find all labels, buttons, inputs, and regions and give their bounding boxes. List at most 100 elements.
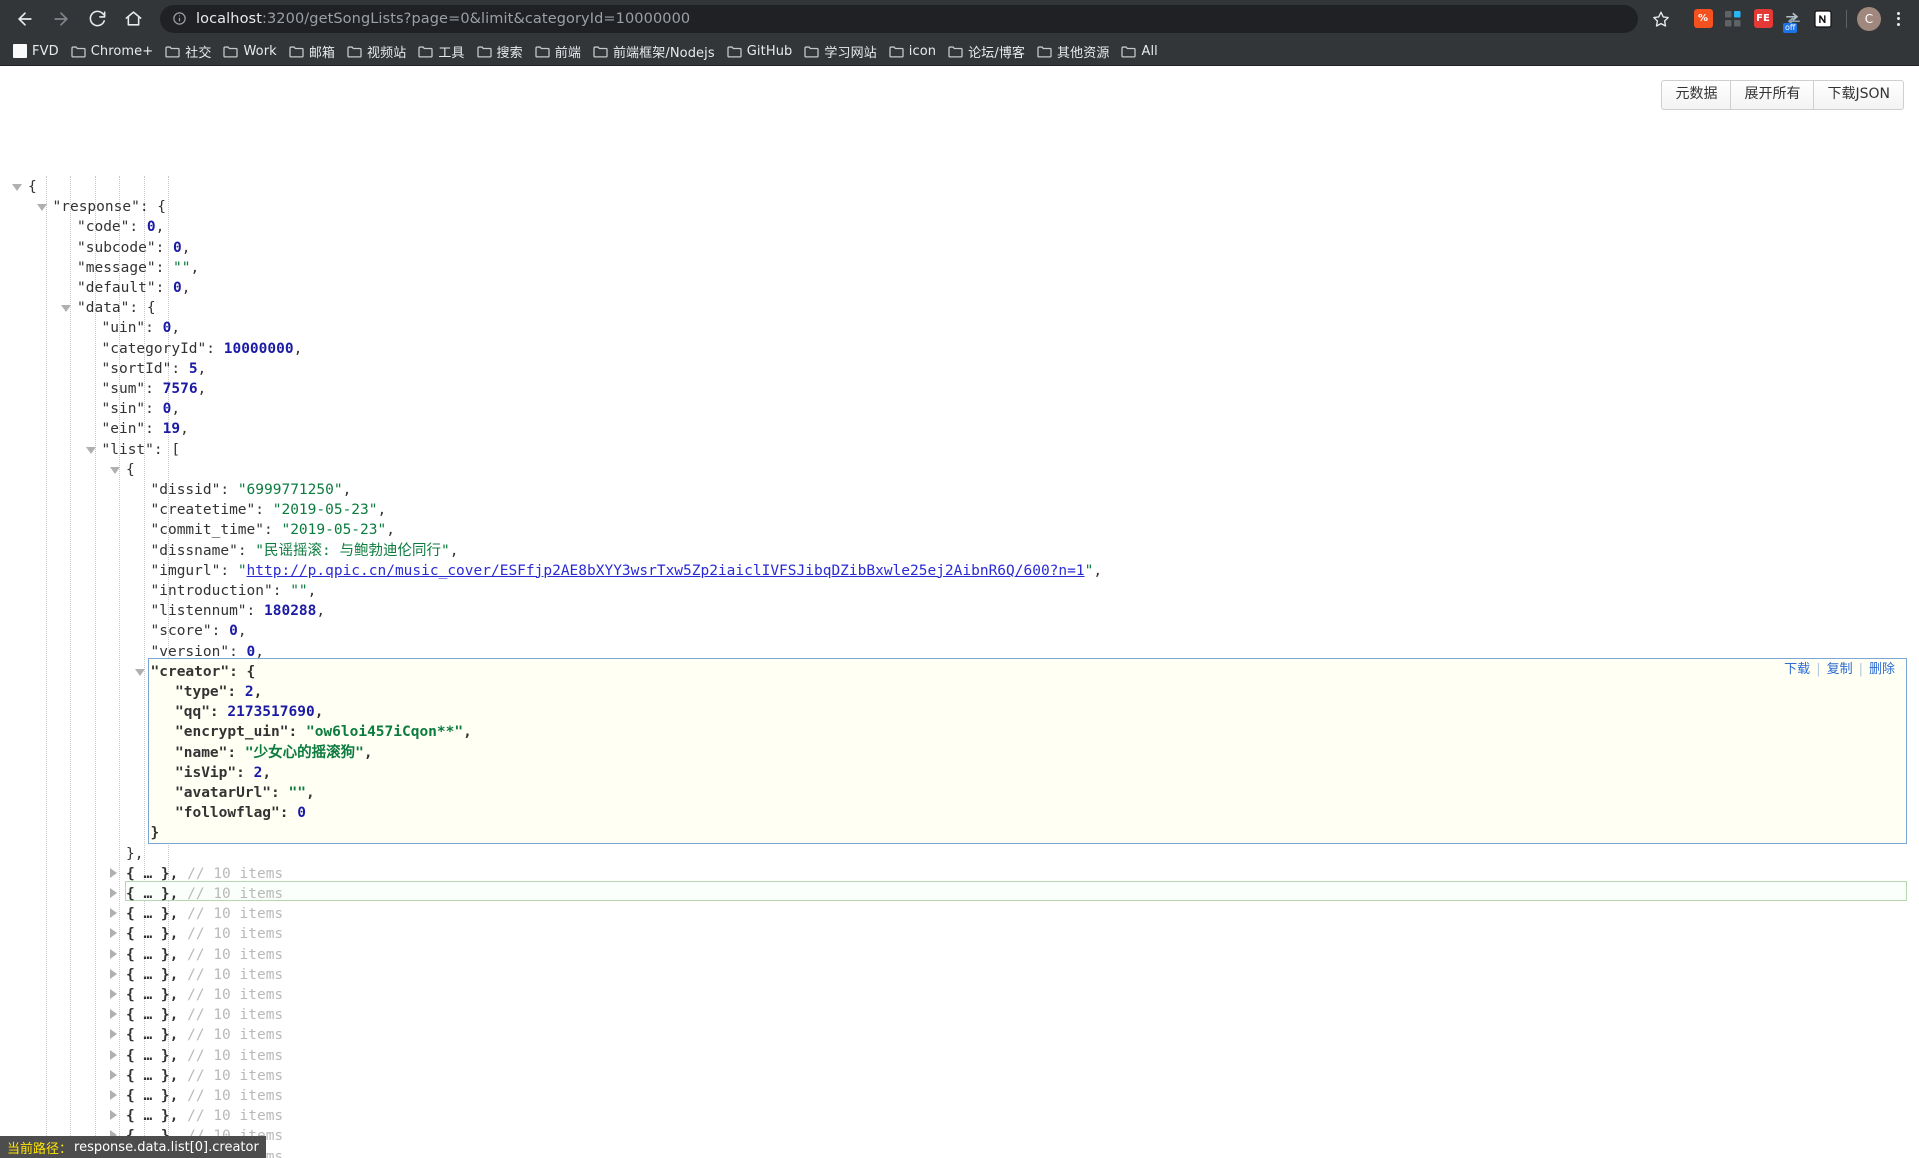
- expand-all-button[interactable]: 展开所有: [1730, 80, 1814, 110]
- json-row[interactable]: "uin": 0,: [0, 317, 1919, 337]
- json-row[interactable]: { … }, // 10 items: [0, 883, 1919, 903]
- json-row[interactable]: "encrypt_uin": "ow6loi457iCqon**",: [0, 721, 1919, 741]
- json-row[interactable]: { … }, // 10 items: [0, 923, 1919, 943]
- back-arrow-icon[interactable]: [8, 4, 42, 34]
- bookmark-star-icon[interactable]: [1644, 4, 1678, 34]
- bookmark-item[interactable]: 其他资源: [1033, 40, 1117, 63]
- json-row[interactable]: { … }, // 10 items: [0, 944, 1919, 964]
- metadata-button[interactable]: 元数据: [1661, 80, 1731, 110]
- json-row[interactable]: { … }, // 10 items: [0, 1105, 1919, 1125]
- bookmark-item[interactable]: 前端: [531, 40, 589, 63]
- chevron-right-icon[interactable]: [110, 1090, 117, 1100]
- bookmark-item[interactable]: 学习网站: [800, 40, 884, 63]
- reload-icon[interactable]: [80, 4, 114, 34]
- json-row[interactable]: "avatarUrl": "",: [0, 782, 1919, 802]
- chevron-right-icon[interactable]: [110, 908, 117, 919]
- notion-extension-icon[interactable]: [1810, 6, 1836, 32]
- json-row[interactable]: { … }, // 10 items: [0, 863, 1919, 883]
- fe-extension-icon[interactable]: FE: [1750, 6, 1776, 32]
- grid-apps-extension-icon[interactable]: [1720, 6, 1746, 32]
- json-row[interactable]: "sortId": 5,: [0, 358, 1919, 378]
- json-row[interactable]: "type": 2,: [0, 681, 1919, 701]
- bookmark-item[interactable]: Chrome+: [67, 40, 162, 63]
- chevron-right-icon[interactable]: [110, 867, 117, 878]
- json-row[interactable]: { … }, // 10 items: [0, 1065, 1919, 1085]
- json-row[interactable]: "listennum": 180288,: [0, 600, 1919, 620]
- json-row[interactable]: "isVip": 2,: [0, 762, 1919, 782]
- chevron-right-icon[interactable]: [110, 1009, 117, 1020]
- info-circle-icon[interactable]: [172, 11, 187, 26]
- chevron-down-icon[interactable]: [110, 466, 120, 474]
- chevron-down-icon[interactable]: [85, 446, 96, 454]
- three-dots-menu-icon[interactable]: [1885, 6, 1911, 32]
- forward-arrow-icon[interactable]: [44, 4, 78, 34]
- imgurl-link[interactable]: http://p.qpic.cn/music_cover/ESFfjp2AE8b…: [247, 563, 1085, 579]
- json-row[interactable]: "introduction": "",: [0, 580, 1919, 600]
- chevron-right-icon[interactable]: [110, 928, 117, 939]
- avatar[interactable]: C: [1857, 6, 1881, 31]
- json-row[interactable]: "sin": 0,: [0, 398, 1919, 418]
- json-row[interactable]: { … }, // 10 items: [0, 1024, 1919, 1044]
- chevron-down-icon[interactable]: [12, 184, 22, 191]
- json-row[interactable]: { … }, // 10 items: [0, 1125, 1919, 1145]
- json-row[interactable]: "followflag": 0: [0, 802, 1919, 822]
- bookmark-item[interactable]: 社交: [161, 40, 219, 63]
- bookmark-item[interactable]: 前端框架/Nodejs: [589, 40, 723, 63]
- json-row[interactable]: "dissid": "6999771250",: [0, 479, 1919, 499]
- bookmark-item[interactable]: All: [1117, 40, 1165, 63]
- json-row[interactable]: "imgurl": "http://p.qpic.cn/music_cover/…: [0, 560, 1919, 580]
- json-row[interactable]: "list": [: [0, 439, 1919, 459]
- bookmark-item[interactable]: 视频站: [343, 40, 414, 63]
- json-row[interactable]: "sum": 7576,: [0, 378, 1919, 398]
- bookmark-item[interactable]: FVD: [9, 40, 67, 63]
- home-icon[interactable]: [116, 4, 150, 34]
- bookmark-item[interactable]: 邮箱: [285, 40, 343, 63]
- address-bar[interactable]: localhost:3200/getSongLists?page=0&limit…: [160, 4, 1638, 33]
- json-row[interactable]: "commit_time": "2019-05-23",: [0, 519, 1919, 539]
- json-row[interactable]: "ein": 19,: [0, 418, 1919, 438]
- json-row[interactable]: "version": 0,: [0, 641, 1919, 661]
- chevron-right-icon[interactable]: [110, 888, 117, 898]
- json-row[interactable]: "name": "少女心的摇滚狗",: [0, 742, 1919, 762]
- json-row[interactable]: }: [0, 822, 1919, 842]
- json-row[interactable]: "score": 0,: [0, 620, 1919, 640]
- json-row[interactable]: { … }, // 10 items: [0, 1004, 1919, 1024]
- json-row[interactable]: {: [0, 176, 1919, 196]
- bookmark-item[interactable]: 论坛/博客: [944, 40, 1033, 63]
- chevron-down-icon[interactable]: [36, 204, 47, 212]
- json-row[interactable]: "code": 0,: [0, 216, 1919, 236]
- json-row[interactable]: "message": "",: [0, 257, 1919, 277]
- json-row[interactable]: "subcode": 0,: [0, 237, 1919, 257]
- chevron-right-icon[interactable]: [110, 968, 117, 979]
- json-row[interactable]: "qq": 2173517690,: [0, 701, 1919, 721]
- json-row[interactable]: { … }, // 10 items: [0, 903, 1919, 923]
- bookmark-item[interactable]: 工具: [414, 40, 472, 63]
- json-row[interactable]: { … }, // 10 items: [0, 984, 1919, 1004]
- json-row[interactable]: "creator": {: [0, 661, 1919, 681]
- json-row[interactable]: "default": 0,: [0, 277, 1919, 297]
- chevron-right-icon[interactable]: [110, 1110, 117, 1121]
- json-row[interactable]: {: [0, 459, 1919, 479]
- bookmark-item[interactable]: 搜索: [473, 40, 531, 63]
- chevron-right-icon[interactable]: [110, 1069, 117, 1080]
- json-row[interactable]: },: [0, 843, 1919, 863]
- video-downloader-extension-icon[interactable]: %: [1690, 6, 1716, 32]
- bookmark-item[interactable]: icon: [885, 40, 944, 63]
- json-row[interactable]: "categoryId": 10000000,: [0, 338, 1919, 358]
- download-json-button[interactable]: 下载JSON: [1813, 80, 1904, 110]
- json-row[interactable]: "data": {: [0, 297, 1919, 317]
- bookmark-item[interactable]: Work: [219, 40, 284, 63]
- json-row[interactable]: "createtime": "2019-05-23",: [0, 499, 1919, 519]
- json-row[interactable]: { … }, // 10 items: [0, 964, 1919, 984]
- proxy-switch-extension-icon[interactable]: off: [1780, 6, 1806, 33]
- json-row[interactable]: { … }, // 10 items: [0, 1045, 1919, 1065]
- chevron-right-icon[interactable]: [110, 989, 117, 999]
- chevron-right-icon[interactable]: [110, 1029, 117, 1040]
- bookmark-item[interactable]: GitHub: [723, 40, 801, 63]
- json-row[interactable]: { … }, // 10 items: [0, 1146, 1919, 1158]
- json-row[interactable]: "dissname": "民谣摇滚: 与鲍勃迪伦同行",: [0, 540, 1919, 560]
- json-row[interactable]: { … }, // 10 items: [0, 1085, 1919, 1105]
- chevron-down-icon[interactable]: [134, 668, 145, 676]
- chevron-right-icon[interactable]: [110, 1049, 117, 1060]
- chevron-down-icon[interactable]: [61, 305, 71, 313]
